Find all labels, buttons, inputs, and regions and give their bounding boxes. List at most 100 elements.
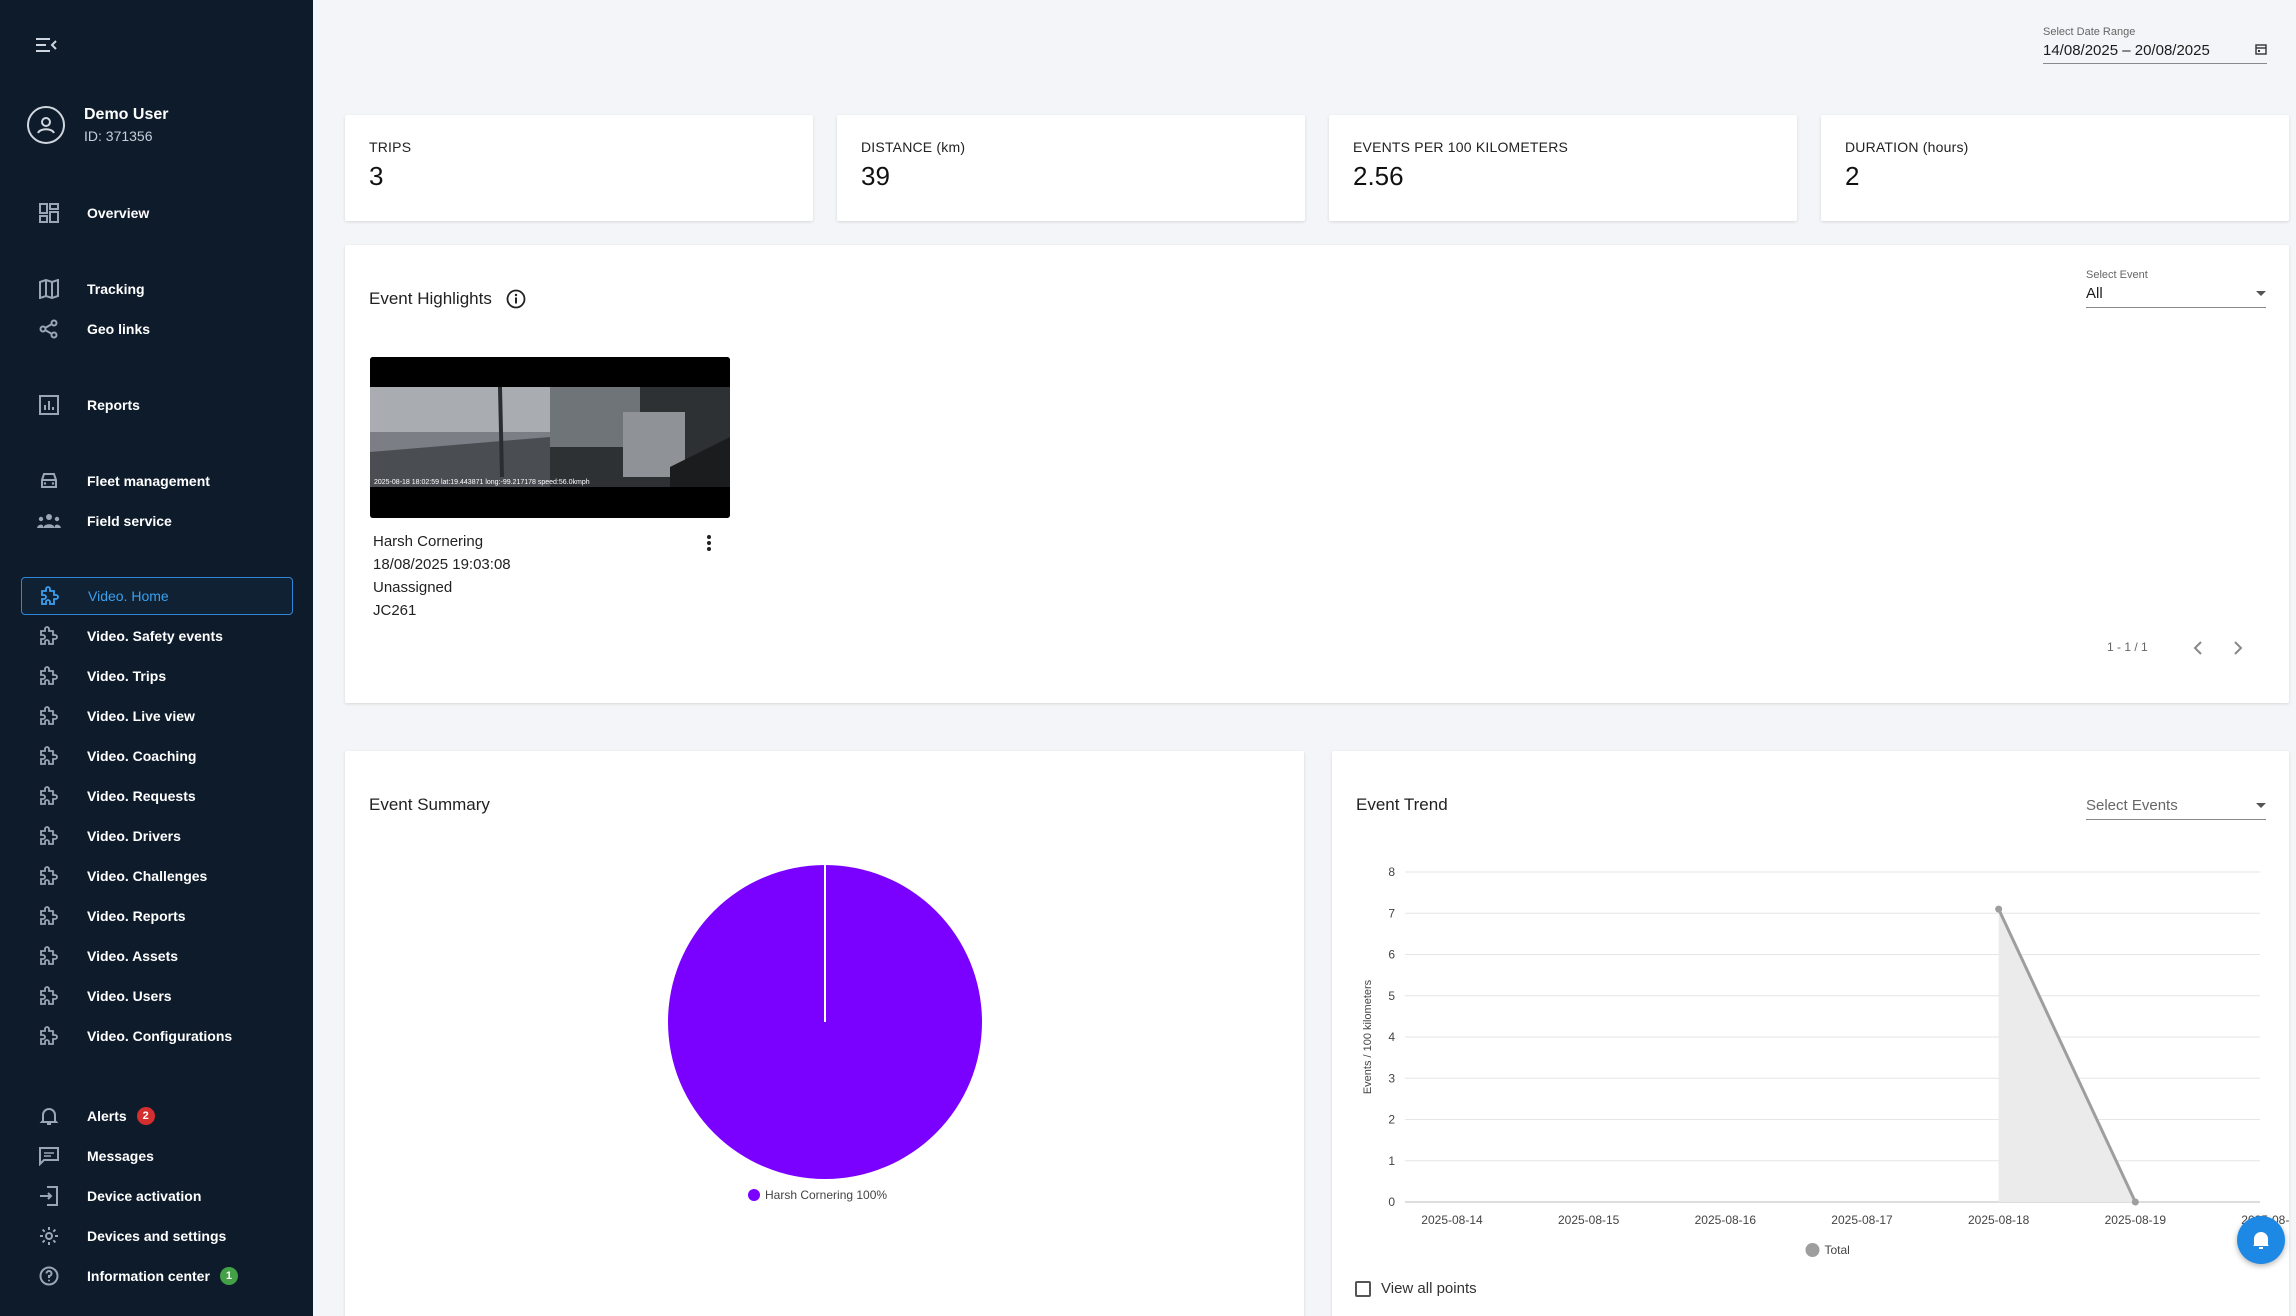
pie-legend-label: Harsh Cornering 100% [765,1188,888,1202]
group-icon [37,509,61,533]
nav-video-safety-events[interactable]: Video. Safety events [21,617,293,655]
event-vehicle: JC261 [373,602,417,619]
y-tick-label: 7 [1388,906,1395,920]
nav-reports-label: Reports [87,397,140,413]
nav-alerts-label: Alerts [87,1108,127,1124]
nav-video-coaching-label: Video. Coaching [87,748,197,764]
kpi-events-per-100-value: 2.56 [1353,161,1404,191]
date-range-value: 14/08/2025 – 20/08/2025 [2043,42,2210,59]
nav-overview[interactable]: Overview [21,194,293,232]
nav-devices-settings-label: Devices and settings [87,1228,227,1244]
nav-video-drivers[interactable]: Video. Drivers [21,817,293,855]
nav-video-users-label: Video. Users [87,988,172,1004]
date-range-label: Select Date Range [2043,26,2136,38]
avatar-icon [27,106,65,144]
nav-video-users[interactable]: Video. Users [21,977,293,1015]
alerts-count-badge: 2 [136,1107,155,1125]
nav-reports[interactable]: Reports [21,386,293,424]
collapse-menu-icon[interactable] [36,36,62,56]
nav-information-center[interactable]: Information center 1 [21,1257,293,1295]
y-axis-label: Events / 100 kilometers [1362,979,1374,1094]
nav-tracking[interactable]: Tracking [21,270,293,308]
select-event-label: Select Event [2086,269,2148,281]
calendar-icon[interactable] [2255,42,2267,59]
nav-field-service[interactable]: Field service [21,502,293,540]
puzzle-icon [37,624,61,648]
notifications-fab[interactable] [2237,1216,2285,1264]
event-highlights-header: Event Highlights [369,289,526,309]
nav-video-coaching[interactable]: Video. Coaching [21,737,293,775]
nav-video-live-view[interactable]: Video. Live view [21,697,293,735]
view-all-points-checkbox[interactable] [1355,1280,1371,1297]
nav-device-activation-label: Device activation [87,1188,202,1204]
kpi-events-per-100: EVENTS PER 100 KILOMETERS 2.56 [1329,115,1797,221]
bell-icon [2253,1232,2269,1249]
event-summary-pie-chart [668,865,982,1179]
user-profile[interactable]: Demo User ID: 371356 [27,104,168,146]
puzzle-icon [38,584,62,608]
nav-video-challenges[interactable]: Video. Challenges [21,857,293,895]
puzzle-icon [37,784,61,808]
event-video-thumbnail[interactable]: 2025-08-18 18:02:59 lat:19.443871 long:-… [370,357,730,518]
more-vert-icon[interactable] [700,532,718,554]
event-highlights-title: Event Highlights [369,289,492,308]
y-tick-label: 6 [1388,948,1395,962]
x-tick-label: 2025-08-15 [1558,1213,1620,1227]
sidebar: Demo User ID: 371356 Overview Tracking G… [0,0,313,1316]
info-icon[interactable] [506,289,526,309]
nav-geo-links[interactable]: Geo links [21,310,293,348]
map-icon [37,277,61,301]
nav-device-activation[interactable]: Device activation [21,1177,293,1215]
y-tick-label: 2 [1388,1113,1395,1127]
y-tick-label: 8 [1388,865,1395,879]
x-tick-label: 2025-08-17 [1831,1213,1893,1227]
y-tick-label: 1 [1388,1154,1395,1168]
nav-fleet-management[interactable]: Fleet management [21,462,293,500]
nav-field-service-label: Field service [87,513,172,529]
nav-video-live-view-label: Video. Live view [87,708,195,724]
nav-video-home[interactable]: Video. Home [21,577,293,615]
view-all-points-toggle[interactable]: View all points [1355,1280,1477,1297]
nav-video-trips-label: Video. Trips [87,668,167,684]
chevron-down-icon [2256,803,2266,808]
event-trend-title: Event Trend [1356,795,1448,814]
information-center-badge: 1 [219,1267,238,1285]
date-range-picker[interactable]: Select Date Range 14/08/2025 – 20/08/202… [2043,26,2267,64]
nav-geo-links-label: Geo links [87,321,151,337]
puzzle-icon [37,984,61,1008]
data-point [2131,1198,2139,1206]
kpi-distance-value: 39 [861,161,890,191]
nav-alerts[interactable]: Alerts 2 [21,1097,293,1135]
nav-video-trips[interactable]: Video. Trips [21,657,293,695]
nav-video-configurations[interactable]: Video. Configurations [21,1017,293,1055]
chevron-left-icon[interactable] [2186,636,2210,660]
bell-icon [37,1104,61,1128]
pie-legend[interactable]: Harsh Cornering 100% [748,1188,887,1202]
kpi-events-per-100-label: EVENTS PER 100 KILOMETERS [1353,139,1569,155]
legend-swatch [1805,1243,1820,1257]
thumbnail-overlay-text: 2025-08-18 18:02:59 lat:19.443871 long:-… [374,479,590,486]
y-tick-label: 0 [1388,1195,1395,1209]
nav-messages[interactable]: Messages [21,1137,293,1175]
event-datetime: 18/08/2025 19:03:08 [373,556,511,573]
y-tick-label: 5 [1388,989,1395,1003]
message-icon [37,1144,61,1168]
nav-video-assets[interactable]: Video. Assets [21,937,293,975]
kpi-duration-value: 2 [1845,161,1860,191]
select-event-dropdown[interactable]: Select Event All [2086,269,2266,308]
x-tick-label: 2025-08-16 [1695,1213,1757,1227]
nav-video-requests[interactable]: Video. Requests [21,777,293,815]
nav-video-assets-label: Video. Assets [87,948,179,964]
y-tick-label: 3 [1388,1071,1395,1085]
x-tick-label: 2025-08-18 [1968,1213,2030,1227]
car-icon [37,469,61,493]
select-events-dropdown[interactable]: Select Events [2086,793,2266,820]
event-info: Harsh Cornering 18/08/2025 19:03:08 Unas… [373,530,511,622]
login-icon [37,1184,61,1208]
nav-video-reports[interactable]: Video. Reports [21,897,293,935]
view-all-points-label: View all points [1381,1280,1477,1297]
chevron-right-icon[interactable] [2226,636,2250,660]
puzzle-icon [37,944,61,968]
nav-devices-settings[interactable]: Devices and settings [21,1217,293,1255]
nav-fleet-management-label: Fleet management [87,473,210,489]
